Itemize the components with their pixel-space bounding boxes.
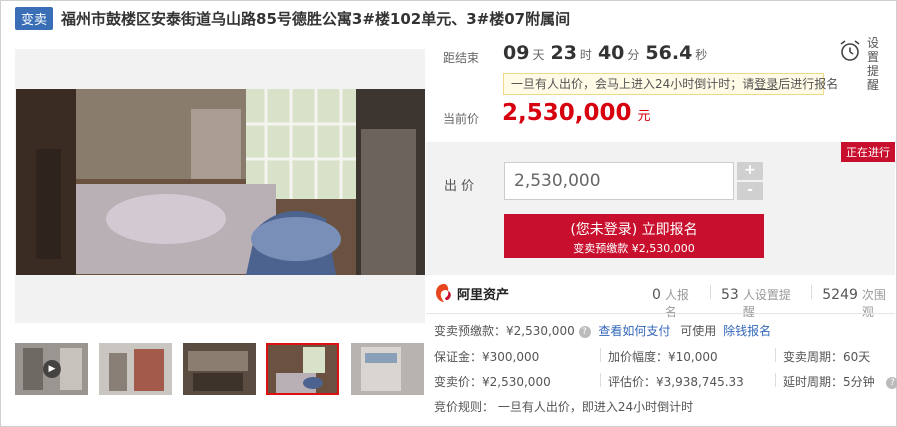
appraisal-info: 评估价：¥3,938,745.33 xyxy=(608,375,744,389)
sale-price-info: 变卖价：¥2,530,000 xyxy=(434,375,551,389)
alibaba-assets-logo xyxy=(436,284,451,302)
reminder-count-label: 人设置提醒 xyxy=(742,288,791,319)
bidding-notice: 一旦有人出价，会马上进入24小时倒计时；请登录后进行报名 xyxy=(503,73,838,95)
platform-brand: 阿里资产 xyxy=(434,283,509,303)
current-price-value: 2,530,000 xyxy=(502,100,632,126)
signup-count: 0 xyxy=(652,287,661,303)
thumbnail-image-selected[interactable] xyxy=(266,343,339,395)
margin-info: 保证金：¥300,000 xyxy=(434,350,540,364)
notice-text: 一旦有人出价，会马上进入24小时倒计时；请 xyxy=(511,77,755,91)
platform-name: 阿里资产 xyxy=(457,287,510,303)
room-photo xyxy=(16,89,425,275)
countdown-timer: 09 天 23 时 40 分 56.4 秒 xyxy=(503,42,713,64)
reminder-line1: 设置 xyxy=(867,36,880,64)
thumbnail-video[interactable]: ▶ xyxy=(15,343,88,395)
countdown-label: 距结束 xyxy=(443,51,480,65)
set-reminder-button[interactable]: 设置 提醒 xyxy=(837,36,889,92)
countdown-minutes-unit: 分 xyxy=(627,48,640,62)
view-count: 5249 xyxy=(822,287,858,303)
bid-panel: 正在进行 出 价 2,530,000 + - (您未登录) 立即报名 变卖预缴款… xyxy=(426,142,895,275)
deposit-amount: 变卖预缴款：¥2,530,000 xyxy=(434,324,575,338)
alarm-clock-icon xyxy=(840,40,860,61)
thumbnail-image[interactable] xyxy=(183,343,256,395)
countdown-days-unit: 天 xyxy=(532,48,545,62)
signup-button[interactable]: (您未登录) 立即报名 变卖预缴款 ¥2,530,000 xyxy=(504,214,764,258)
countdown-days: 09 xyxy=(503,42,530,64)
reminder-line2: 提醒 xyxy=(867,64,880,92)
increment-info: 加价幅度：¥10,000 xyxy=(608,350,718,364)
property-title: 福州市鼓楼区安泰街道乌山路85号德胜公寓3#楼102单元、3#楼07附属间 xyxy=(61,9,571,28)
reminder-count: 53 xyxy=(720,287,739,303)
countdown-minutes: 40 xyxy=(597,42,625,64)
help-icon[interactable]: ? xyxy=(886,376,897,389)
page-title: 变卖 福州市鼓楼区安泰街道乌山路85号德胜公寓3#楼102单元、3#楼07附属间 xyxy=(15,6,570,30)
sale-type-tag: 变卖 xyxy=(15,6,54,30)
current-price-label: 当前价 xyxy=(443,112,480,126)
signup-count-label: 人报名 xyxy=(664,288,689,319)
usable-text: 可使用 xyxy=(680,324,717,338)
insurance-signup-link[interactable]: 除钱报名 xyxy=(723,324,771,338)
current-price-unit: 元 xyxy=(637,109,651,124)
signup-deposit-text: 变卖预缴款 ¥2,530,000 xyxy=(573,242,695,255)
status-badge: 正在进行 xyxy=(841,142,895,162)
bidding-rule: 竞价规则： 一旦有人出价，即进入24小时倒计时 xyxy=(434,400,694,414)
countdown-hours: 23 xyxy=(550,42,577,64)
divider xyxy=(426,313,895,314)
help-icon[interactable]: ? xyxy=(578,325,591,338)
main-image-viewer[interactable] xyxy=(15,49,425,323)
bid-label: 出 价 xyxy=(444,179,475,194)
notice-text-end: 后进行报名 xyxy=(778,77,839,91)
play-icon[interactable]: ▶ xyxy=(43,360,61,378)
thumbnail-strip: ▶ xyxy=(15,343,425,395)
view-count-label: 次围观 xyxy=(861,288,886,319)
thumbnail-image[interactable] xyxy=(99,343,172,395)
signup-main-text: (您未登录) 立即报名 xyxy=(570,222,698,238)
thumbnail-image[interactable] xyxy=(351,343,424,395)
current-price: 2,530,000 元 xyxy=(502,100,651,126)
auction-stats: 0 人报名 53 人设置提醒 5249 次围观 xyxy=(652,285,897,320)
login-link[interactable]: 登录 xyxy=(754,77,778,91)
countdown-seconds-unit: 秒 xyxy=(695,48,708,62)
bid-amount-input[interactable]: 2,530,000 xyxy=(504,162,734,200)
period-info: 变卖周期：60天 xyxy=(783,350,871,364)
decrease-bid-button[interactable]: - xyxy=(737,182,763,200)
increase-bid-button[interactable]: + xyxy=(737,162,763,180)
countdown-hours-unit: 时 xyxy=(579,48,592,62)
how-to-pay-link[interactable]: 查看如何支付 xyxy=(598,324,670,338)
deposit-row: 变卖预缴款：¥2,530,000 ? 查看如何支付 可使用 除钱报名 xyxy=(434,322,771,339)
delay-info: 延时周期：5分钟 ? xyxy=(783,373,897,390)
delay-text: 延时周期：5分钟 xyxy=(783,375,875,389)
countdown-seconds: 56.4 xyxy=(645,42,693,64)
reminder-label: 设置 提醒 xyxy=(867,36,889,92)
